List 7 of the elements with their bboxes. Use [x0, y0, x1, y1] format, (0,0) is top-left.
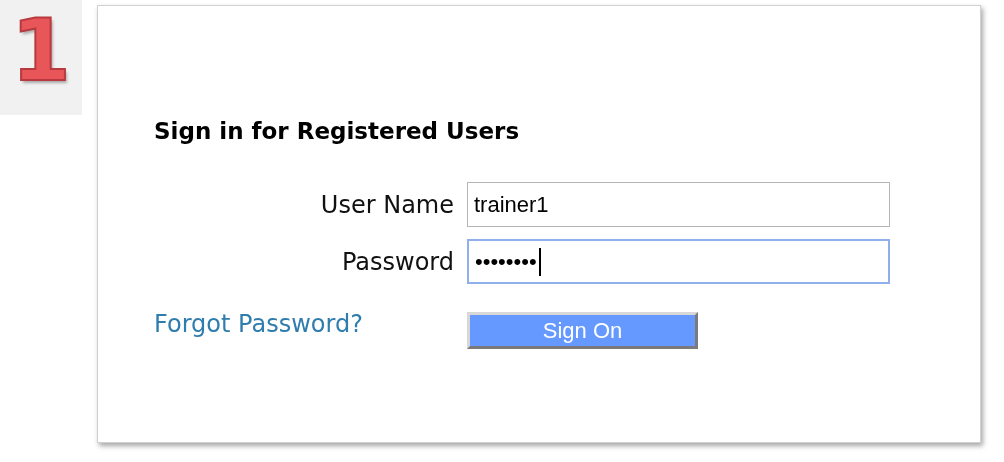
forgot-password-link[interactable]: Forgot Password? [154, 310, 363, 338]
field-label: User Name [320, 190, 454, 219]
step-number: 1 [0, 0, 82, 115]
input-field[interactable]: trainer1 [467, 182, 890, 227]
input-field[interactable]: •••••••• [467, 239, 890, 284]
field-label: Password [341, 247, 454, 276]
form-heading: Sign in for Registered Users [154, 118, 521, 144]
